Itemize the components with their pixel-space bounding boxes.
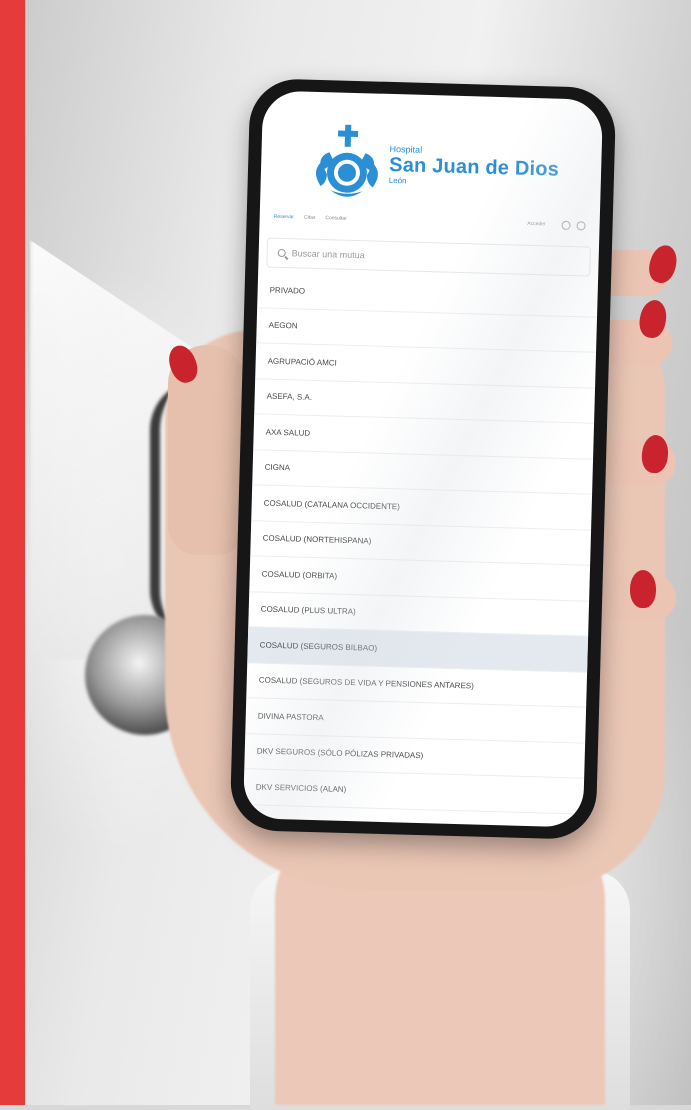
- nav-spacer: [357, 219, 527, 224]
- user-icon[interactable]: [561, 220, 571, 230]
- search-icon: [277, 248, 286, 258]
- accent-bar: [0, 0, 25, 1105]
- tab-reservar[interactable]: Reservar: [274, 214, 294, 221]
- cross-ornament-icon: [315, 124, 378, 197]
- top-nav: Reservar Citas Consultar Acceder: [273, 209, 586, 234]
- search-placeholder: Buscar una mutua: [291, 248, 365, 261]
- tab-consultar[interactable]: Consultar: [325, 215, 347, 222]
- finger-nail: [630, 570, 656, 608]
- logo-line-2: San Juan de Dios: [388, 153, 560, 181]
- smartphone: Hospital San Juan de Dios León Reservar …: [229, 78, 617, 840]
- tab-citas[interactable]: Citas: [304, 215, 316, 221]
- phone-screen: Hospital San Juan de Dios León Reservar …: [242, 90, 604, 828]
- hospital-logo-text: Hospital San Juan de Dios León: [389, 144, 560, 191]
- login-link[interactable]: Acceder: [527, 221, 546, 228]
- insurer-list: PRIVADO AEGON AGRUPACIÓ AMCI ASEFA, S.A.…: [242, 272, 599, 828]
- menu-icon[interactable]: [576, 220, 586, 230]
